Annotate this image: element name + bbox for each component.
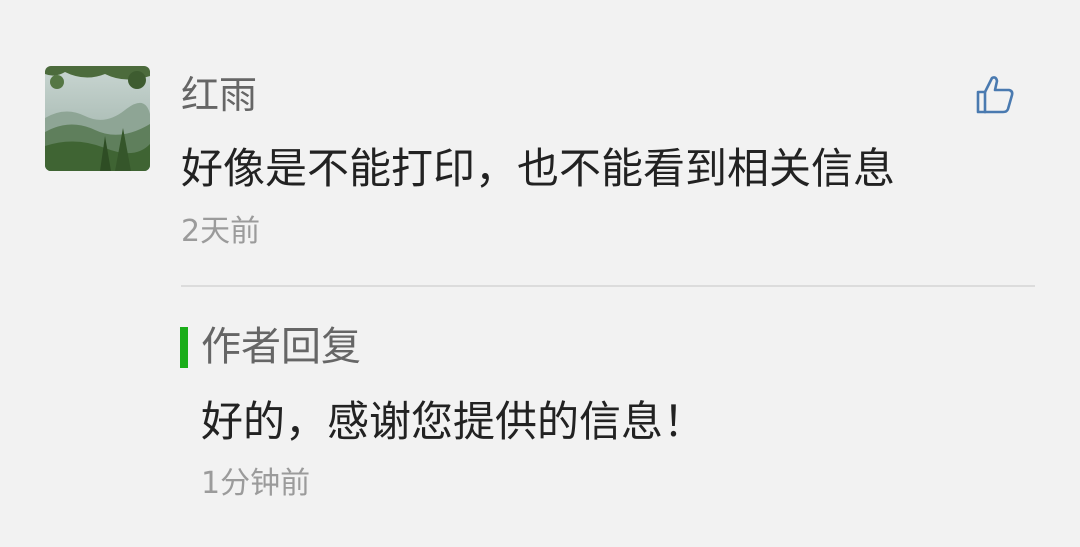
like-button[interactable] bbox=[972, 72, 1018, 118]
landscape-avatar-image bbox=[45, 66, 150, 171]
reply-divider bbox=[181, 285, 1035, 287]
author-name[interactable]: 红雨 bbox=[181, 69, 257, 121]
author-reply-label: 作者回复 bbox=[201, 324, 361, 370]
comment-item: 红雨 好像是不能打印，也不能看到相关信息 2天前 作者回复 好的，感谢您提供的信… bbox=[0, 0, 1080, 547]
user-avatar[interactable] bbox=[45, 66, 150, 171]
thumbs-up-icon bbox=[976, 76, 1014, 114]
reply-text: 好的，感谢您提供的信息！ bbox=[201, 397, 706, 446]
comment-text: 好像是不能打印，也不能看到相关信息 bbox=[181, 144, 896, 193]
reply-timestamp: 1分钟前 bbox=[201, 466, 311, 501]
comment-timestamp: 2天前 bbox=[181, 214, 261, 249]
reply-accent-bar bbox=[180, 327, 188, 368]
